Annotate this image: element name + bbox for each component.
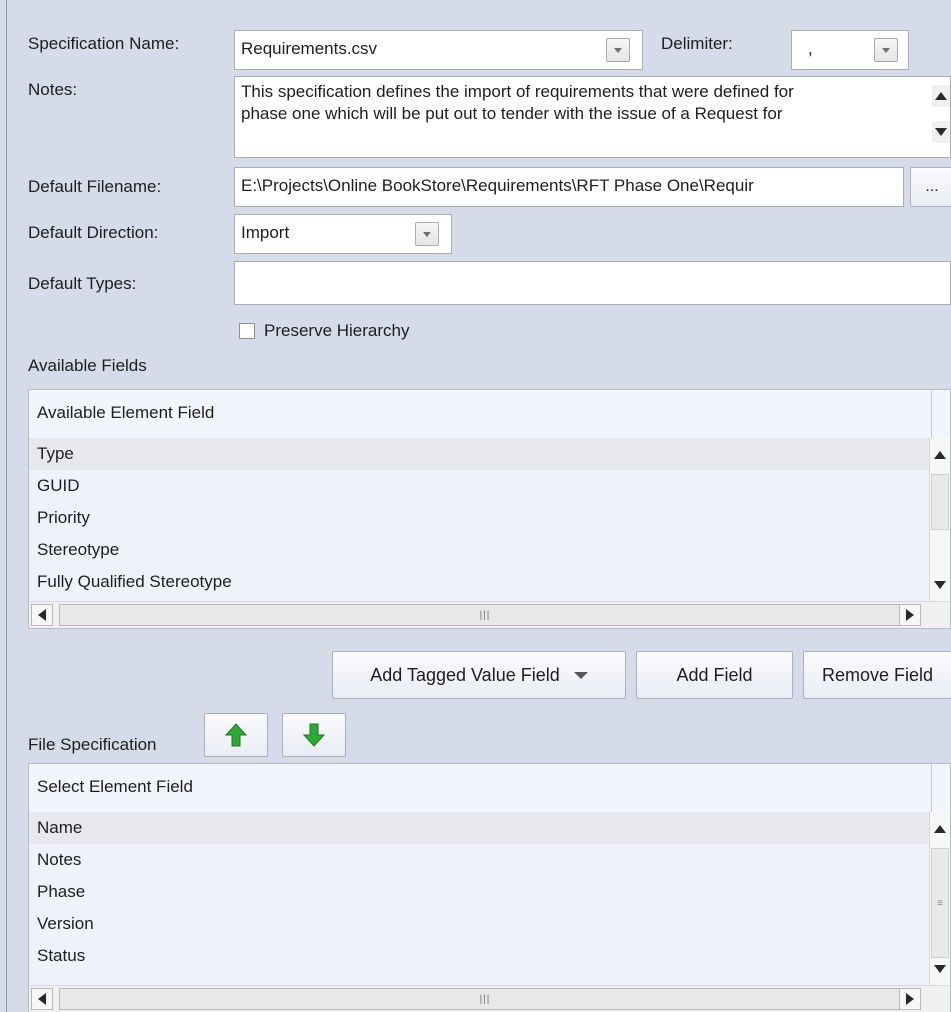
scroll-down-icon[interactable]	[931, 958, 949, 980]
scroll-left-icon[interactable]	[31, 988, 53, 1010]
notes-line-1: This specification defines the import of…	[241, 82, 794, 101]
available-fields-grid[interactable]: Available Element Field Type GUID Priori…	[28, 389, 951, 629]
move-up-button[interactable]	[204, 713, 268, 757]
delimiter-label: Delimiter:	[661, 34, 733, 53]
browse-button[interactable]: ...	[910, 167, 951, 207]
spec-name-value: Requirements.csv	[241, 39, 378, 58]
list-item[interactable]: Type	[29, 438, 930, 470]
preserve-hierarchy-label: Preserve Hierarchy	[264, 321, 410, 340]
remove-field-button[interactable]: Remove Field	[803, 651, 951, 699]
scroll-left-icon[interactable]	[31, 604, 53, 626]
available-fields-column-header[interactable]: Available Element Field	[29, 390, 950, 439]
available-fields-vscrollbar[interactable]	[929, 438, 950, 602]
notes-scroll-up-icon[interactable]	[932, 85, 950, 107]
default-types-label: Default Types:	[28, 274, 137, 293]
left-border	[6, 0, 7, 1012]
scroll-down-icon[interactable]	[931, 574, 949, 596]
preserve-hierarchy-checkbox[interactable]	[239, 323, 255, 339]
scroll-thumb[interactable]	[931, 474, 949, 530]
move-down-button[interactable]	[282, 713, 346, 757]
add-tagged-value-field-button[interactable]: Add Tagged Value Field	[332, 651, 626, 699]
spec-name-dropdown-icon[interactable]	[606, 38, 630, 62]
list-item[interactable]: Fully Qualified Stereotype	[29, 566, 930, 598]
default-direction-combo[interactable]: Import	[234, 214, 452, 254]
default-filename-value: E:\Projects\Online BookStore\Requirement…	[241, 176, 754, 195]
list-item[interactable]: GUID	[29, 470, 930, 502]
delimiter-dropdown-icon[interactable]	[874, 38, 898, 62]
scroll-thumb[interactable]: |||	[59, 988, 911, 1010]
add-tagged-value-field-label: Add Tagged Value Field	[370, 664, 560, 685]
default-filename-label: Default Filename:	[28, 177, 162, 196]
list-item[interactable]: Phase	[29, 876, 930, 908]
spec-name-combo[interactable]: Requirements.csv	[234, 30, 643, 70]
file-specification-list: Name Notes Phase Version Status	[29, 812, 930, 986]
file-specification-vscrollbar[interactable]: ≡	[929, 812, 950, 986]
available-fields-list: Type GUID Priority Stereotype Fully Qual…	[29, 438, 930, 602]
list-item[interactable]: Priority	[29, 502, 930, 534]
default-direction-dropdown-icon[interactable]	[415, 222, 439, 246]
available-fields-hscrollbar[interactable]: |||	[29, 601, 950, 628]
delimiter-combo[interactable]: ,	[791, 30, 909, 70]
spec-name-label: Specification Name:	[28, 34, 180, 53]
scroll-thumb[interactable]: ≡	[931, 848, 949, 958]
file-specification-label: File Specification	[28, 735, 157, 754]
scroll-up-icon[interactable]	[931, 444, 949, 466]
up-arrow-icon	[225, 723, 247, 747]
scroll-up-icon[interactable]	[931, 818, 949, 840]
notes-label: Notes:	[28, 80, 78, 99]
scroll-thumb[interactable]: |||	[59, 604, 911, 626]
file-specification-hscrollbar[interactable]: |||	[29, 985, 950, 1012]
notes-textarea[interactable]: This specification defines the import of…	[234, 76, 951, 158]
list-item[interactable]: Notes	[29, 844, 930, 876]
down-arrow-icon	[303, 723, 325, 747]
list-item[interactable]: Stereotype	[29, 534, 930, 566]
file-specification-grid[interactable]: Select Element Field Name Notes Phase Ve…	[28, 763, 951, 1012]
available-fields-label: Available Fields	[28, 356, 147, 375]
default-direction-label: Default Direction:	[28, 223, 159, 242]
list-item[interactable]: Status	[29, 940, 930, 972]
default-filename-input[interactable]: E:\Projects\Online BookStore\Requirement…	[234, 167, 904, 207]
default-types-input[interactable]	[234, 261, 951, 305]
list-item[interactable]: Name	[29, 812, 930, 844]
file-specification-column-header[interactable]: Select Element Field	[29, 764, 950, 813]
scroll-right-icon[interactable]	[899, 604, 921, 626]
notes-line-2: phase one which will be put out to tende…	[241, 104, 783, 123]
list-item[interactable]: Version	[29, 908, 930, 940]
scroll-right-icon[interactable]	[899, 988, 921, 1010]
add-field-button[interactable]: Add Field	[636, 651, 793, 699]
notes-scroll-down-icon[interactable]	[932, 121, 950, 143]
dropdown-arrow-icon	[573, 665, 588, 686]
